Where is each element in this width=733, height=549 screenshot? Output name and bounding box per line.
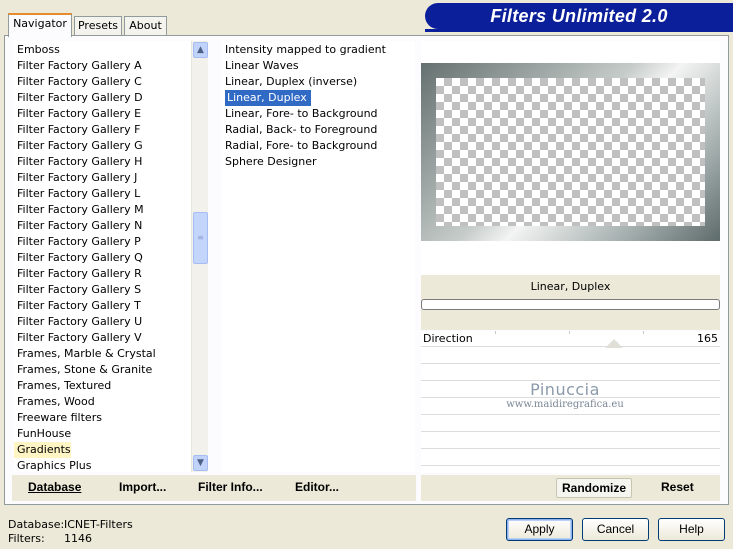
status-filters-value: 1146 bbox=[64, 532, 92, 545]
list-item[interactable]: Filter Factory Gallery F bbox=[14, 122, 140, 138]
filter-info-button[interactable]: Filter Info... bbox=[198, 480, 263, 494]
filter-name-bar: Linear, Duplex bbox=[421, 275, 720, 330]
param-row-empty bbox=[421, 450, 720, 466]
list-item[interactable]: Filter Factory Gallery H bbox=[14, 154, 142, 170]
list-item[interactable]: Linear, Fore- to Background bbox=[222, 106, 378, 122]
list-item[interactable]: Freeware filters bbox=[14, 410, 102, 426]
app-title: Filters Unlimited 2.0 bbox=[490, 6, 668, 26]
tab-navigator-label: Navigator bbox=[13, 17, 67, 30]
list-item[interactable]: Filter Factory Gallery Q bbox=[14, 250, 143, 266]
scroll-up-button[interactable]: ▲ bbox=[193, 42, 208, 58]
list-item[interactable]: Radial, Back- to Foreground bbox=[222, 122, 377, 138]
banner-underline bbox=[425, 29, 733, 32]
import-button[interactable]: Import... bbox=[119, 480, 166, 494]
list-item[interactable]: Graphics Plus bbox=[14, 458, 91, 472]
list-item[interactable]: Filter Factory Gallery P bbox=[14, 234, 141, 250]
list-item[interactable]: Sphere Designer bbox=[222, 154, 317, 170]
list-item[interactable]: Filter Factory Gallery C bbox=[14, 74, 142, 90]
list-item[interactable]: Filter Factory Gallery M bbox=[14, 202, 144, 218]
param-value-direction: 165 bbox=[697, 332, 718, 345]
grip-icon: ≡ bbox=[197, 233, 204, 242]
tab-navigator[interactable]: Navigator bbox=[8, 13, 72, 37]
list-item[interactable]: FunHouse bbox=[14, 426, 71, 442]
app-title-banner: Filters Unlimited 2.0 bbox=[425, 3, 733, 29]
param-row-empty bbox=[421, 348, 720, 364]
list-item[interactable]: Filter Factory Gallery R bbox=[14, 266, 142, 282]
scroll-down-button[interactable]: ▼ bbox=[193, 455, 208, 471]
list-item[interactable]: Filter Factory Gallery A bbox=[14, 58, 142, 74]
parameter-panel: Direction 165 bbox=[421, 331, 720, 473]
database-button-label: Database bbox=[28, 480, 82, 494]
reset-button[interactable]: Reset bbox=[661, 480, 694, 494]
list-item[interactable]: Frames, Stone & Granite bbox=[14, 362, 152, 378]
editor-button[interactable]: Editor... bbox=[295, 480, 339, 494]
list-item[interactable]: Filter Factory Gallery U bbox=[14, 314, 142, 330]
list-item[interactable]: Filter Factory Gallery J bbox=[14, 170, 137, 186]
param-row-empty bbox=[421, 365, 720, 381]
list-item[interactable]: Frames, Marble & Crystal bbox=[14, 346, 156, 362]
preview-image bbox=[421, 63, 720, 241]
chevron-down-icon: ▼ bbox=[197, 458, 204, 468]
tab-about-label: About bbox=[129, 19, 162, 32]
list-item[interactable]: Filter Factory Gallery S bbox=[14, 282, 141, 298]
help-button[interactable]: Help bbox=[658, 518, 725, 541]
apply-button[interactable]: Apply bbox=[506, 518, 573, 541]
list-item[interactable]: Filter Factory Gallery V bbox=[14, 330, 142, 346]
category-list[interactable]: Emboss Filter Factory Gallery A Filter Fac… bbox=[14, 41, 191, 472]
direction-slider-thumb[interactable] bbox=[605, 339, 623, 348]
list-item[interactable]: Linear, Duplex bbox=[225, 90, 311, 106]
list-item[interactable]: Frames, Textured bbox=[14, 378, 111, 394]
param-row-empty bbox=[421, 399, 720, 415]
navigator-toolbar: Database Import... Filter Info... Editor… bbox=[12, 475, 416, 501]
list-item[interactable]: Filter Factory Gallery D bbox=[14, 90, 143, 106]
param-label-direction: Direction bbox=[423, 332, 473, 345]
param-row-direction[interactable]: Direction 165 bbox=[421, 331, 720, 348]
list-item[interactable]: Emboss bbox=[14, 42, 60, 58]
tab-presets-label: Presets bbox=[77, 19, 119, 32]
progress-bar bbox=[421, 299, 720, 310]
tab-presets[interactable]: Presets bbox=[74, 16, 122, 36]
list-item[interactable]: Linear Waves bbox=[222, 58, 299, 74]
cancel-button[interactable]: Cancel bbox=[582, 518, 649, 541]
database-button[interactable]: Database bbox=[28, 480, 81, 494]
transparency-checkerboard bbox=[436, 78, 705, 226]
param-row-empty bbox=[421, 382, 720, 398]
list-item[interactable]: Filter Factory Gallery G bbox=[14, 138, 143, 154]
list-item[interactable]: Filter Factory Gallery E bbox=[14, 106, 141, 122]
list-item[interactable]: Radial, Fore- to Background bbox=[222, 138, 377, 154]
preview-toolbar: Randomize Reset bbox=[421, 475, 720, 501]
list-item[interactable]: Filter Factory Gallery N bbox=[14, 218, 142, 234]
list-item[interactable]: Intensity mapped to gradient bbox=[222, 42, 386, 58]
param-row-empty bbox=[421, 416, 720, 432]
list-item[interactable]: Linear, Duplex (inverse) bbox=[222, 74, 357, 90]
randomize-button[interactable]: Randomize bbox=[556, 478, 632, 498]
filter-list[interactable]: Intensity mapped to gradient Linear Waves… bbox=[222, 41, 415, 472]
list-item[interactable]: Gradients bbox=[14, 442, 71, 458]
chevron-up-icon: ▲ bbox=[197, 45, 204, 55]
list-item[interactable]: Filter Factory Gallery T bbox=[14, 298, 141, 314]
list-item[interactable]: Filter Factory Gallery L bbox=[14, 186, 140, 202]
category-scrollbar[interactable]: ▲ ≡ ▼ bbox=[191, 41, 208, 472]
scroll-thumb[interactable]: ≡ bbox=[193, 212, 208, 264]
status-database-value: ICNET-Filters bbox=[64, 518, 133, 531]
list-item[interactable]: Frames, Wood bbox=[14, 394, 95, 410]
current-filter-name: Linear, Duplex bbox=[530, 280, 611, 293]
status-database-label: Database: bbox=[8, 518, 65, 531]
param-row-empty bbox=[421, 433, 720, 449]
tab-about[interactable]: About bbox=[124, 16, 167, 36]
status-filters-label: Filters: bbox=[8, 532, 45, 545]
